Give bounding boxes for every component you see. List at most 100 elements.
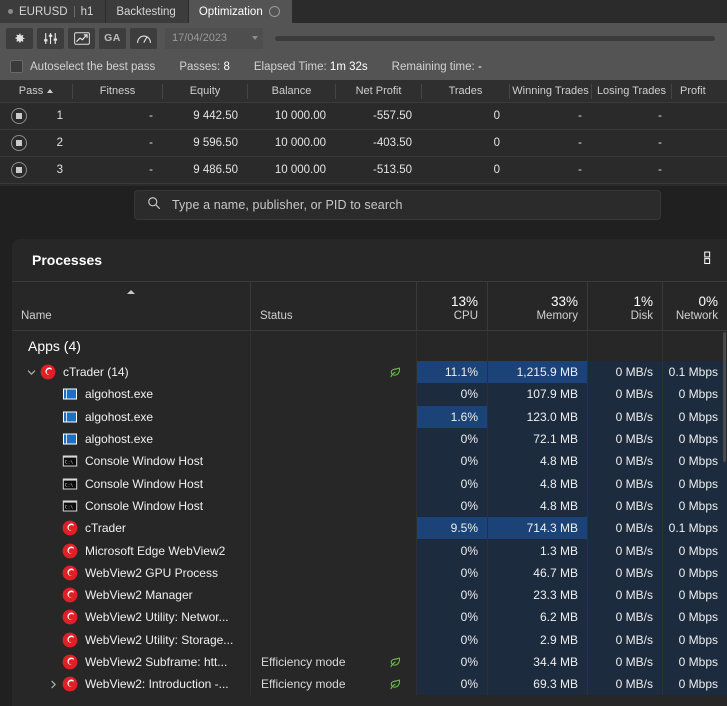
row-stop-button[interactable]: [0, 108, 38, 124]
col-cpu[interactable]: 13% CPU: [417, 282, 488, 330]
ga-button[interactable]: GA: [99, 27, 126, 49]
process-group-row[interactable]: Apps (4): [12, 331, 727, 361]
process-row[interactable]: WebView2 Utility: Networ... 0% 6.2 MB 0 MB/…: [12, 606, 727, 629]
table-row[interactable]: 1 - 9 442.50 10 000.00 -557.50 0 - -: [0, 103, 727, 130]
cell-disk: 0 MB/s: [588, 561, 663, 584]
col-fitness[interactable]: Fitness: [73, 83, 163, 99]
process-row[interactable]: algohost.exe 0% 72.1 MB 0 MB/s 0 Mbps: [12, 427, 727, 451]
search-input[interactable]: Type a name, publisher, or PID to search: [134, 190, 661, 220]
table-row[interactable]: 2 - 9 596.50 10 000.00 -403.50 0 - -: [0, 130, 727, 157]
spinner-icon: [268, 6, 280, 17]
chart-button[interactable]: [68, 27, 95, 49]
process-row[interactable]: cTrader 9.5% 714.3 MB 0 MB/s 0.1 Mbps: [12, 517, 727, 540]
status-icon-slot: [402, 472, 416, 494]
cell-disk: 0 MB/s: [588, 539, 663, 562]
col-name[interactable]: Name: [12, 282, 251, 330]
tab-eurusd[interactable]: EURUSD h1: [0, 0, 107, 23]
cell-memory: 107.9 MB: [488, 383, 588, 406]
date-picker[interactable]: 17/04/2023: [165, 27, 263, 49]
passes-value: 8: [223, 60, 230, 73]
cell-fitness: -: [149, 137, 153, 149]
col-disk[interactable]: 1% Disk: [588, 282, 663, 330]
cell-process-name: WebView2 Subframe: htt...: [12, 650, 251, 674]
process-row[interactable]: WebView2: Introduction -... Efficiency mo…: [12, 673, 727, 696]
col-pass[interactable]: Pass: [0, 83, 73, 99]
process-row[interactable]: WebView2 Utility: Storage... 0% 2.9 MB 0 MB…: [12, 628, 727, 651]
col-net-profit[interactable]: Net Profit: [336, 83, 422, 99]
cell-memory: 1,215.9 MB: [488, 361, 588, 384]
process-row[interactable]: C:\ Console Window Host 0% 4.8 MB 0 MB/s 0 Mb…: [12, 472, 727, 495]
col-trades[interactable]: Trades: [422, 83, 510, 99]
tab-optimization[interactable]: Optimization: [188, 0, 293, 23]
status-icon-slot: [402, 562, 416, 584]
processes-column-header: Name Status 13% CPU 33% Memory 1% Disk 0…: [12, 281, 727, 331]
process-name-label: Microsoft Edge WebView2: [85, 543, 226, 558]
cell-memory: 714.3 MB: [488, 517, 588, 540]
results-header-row: Pass Fitness Equity Balance Net Profit T…: [0, 80, 727, 103]
gauge-button[interactable]: [130, 27, 157, 49]
process-row[interactable]: algohost.exe 0% 107.9 MB 0 MB/s 0 Mbps: [12, 383, 727, 406]
scrollbar-thumb[interactable]: [723, 332, 726, 462]
process-name-label: algohost.exe: [85, 409, 154, 424]
row-stop-button[interactable]: [0, 162, 38, 178]
page-title: Processes: [32, 252, 103, 268]
process-row[interactable]: algohost.exe 1.6% 123.0 MB 0 MB/s 0 Mbps: [12, 405, 727, 428]
col-status[interactable]: Status: [251, 282, 417, 330]
col-equity[interactable]: Equity: [163, 83, 248, 99]
processes-scrollbar[interactable]: [722, 332, 727, 706]
date-value: 17/04/2023: [172, 32, 228, 44]
efficiency-mode-toolbar-icon[interactable]: [704, 250, 719, 270]
cell-winning-trades: -: [578, 110, 582, 122]
cell-memory: 34.4 MB: [488, 650, 588, 674]
process-row[interactable]: C:\ Console Window Host 0% 4.8 MB 0 MB/s 0 Mb…: [12, 494, 727, 518]
cell-memory: 4.8 MB: [488, 450, 588, 473]
col-balance[interactable]: Balance: [248, 83, 336, 99]
sort-asc-icon: [127, 290, 135, 294]
cell-network: 0 Mbps: [663, 561, 727, 584]
process-row[interactable]: C:\ Console Window Host 0% 4.8 MB 0 MB/s 0 Mb…: [12, 450, 727, 473]
cell-losing-trades: -: [658, 137, 662, 149]
ctrader-icon: [62, 565, 78, 581]
col-pass-label: Pass: [18, 84, 44, 97]
cell-disk: 0 MB/s: [588, 450, 663, 473]
tab-divider: [73, 6, 75, 17]
cell-process-name: C:\ Console Window Host: [12, 494, 251, 518]
process-row[interactable]: cTrader (14) 11.1% 1,215.9 MB 0 MB/s 0.1 Mbp…: [12, 361, 727, 384]
row-stop-button[interactable]: [0, 135, 38, 151]
autoselect-checkbox[interactable]: [10, 60, 23, 73]
col-profit[interactable]: Profit: [672, 84, 727, 99]
tab-optimization-label: Optimization: [198, 5, 263, 18]
cell-trades: 0: [493, 164, 500, 176]
cell-cpu: 1.6%: [417, 405, 488, 428]
cell-process-name: WebView2 GPU Process: [12, 561, 251, 584]
processes-panel: Processes Name Status 13% CPU 33% Memory…: [12, 239, 727, 706]
status-icon-slot: [402, 539, 416, 561]
cell-cpu: 0%: [417, 650, 488, 674]
tab-backtesting[interactable]: Backtesting: [106, 0, 189, 23]
parameters-button[interactable]: [37, 27, 64, 49]
process-row[interactable]: WebView2 Manager 0% 23.3 MB 0 MB/s 0 Mbps: [12, 583, 727, 607]
table-row[interactable]: 3 - 9 486.50 10 000.00 -513.50 0 - -: [0, 157, 727, 184]
remaining-stat: Remaining time: -: [392, 61, 482, 73]
process-row[interactable]: WebView2 GPU Process 0% 46.7 MB 0 MB/s 0 Mbp…: [12, 561, 727, 584]
col-memory[interactable]: 33% Memory: [488, 282, 588, 330]
settings-button[interactable]: [6, 27, 33, 49]
status-label: Efficiency mode: [261, 677, 346, 692]
process-row[interactable]: Microsoft Edge WebView2 0% 1.3 MB 0 MB/s 0 M…: [12, 539, 727, 562]
status-icon-slot: [402, 495, 416, 517]
ctrader-window: EURUSD h1 Backtesting Optimization GA 17…: [0, 0, 727, 186]
process-row[interactable]: WebView2 Subframe: htt... Efficiency mode…: [12, 650, 727, 674]
process-name-label: Console Window Host: [85, 476, 204, 491]
console-icon: C:\: [62, 453, 78, 469]
stop-icon: [11, 135, 27, 151]
col-losing-trades[interactable]: Losing Trades: [592, 83, 672, 99]
col-network[interactable]: 0% Network: [663, 282, 727, 330]
chevron-down-icon[interactable]: [22, 368, 40, 377]
process-name-label: WebView2 GPU Process: [85, 565, 218, 580]
ctrader-icon: [62, 632, 78, 648]
cell-fitness: -: [149, 164, 153, 176]
col-winning-trades[interactable]: Winning Trades: [510, 83, 592, 99]
chevron-right-icon[interactable]: [44, 680, 62, 689]
cell-memory: 4.8 MB: [488, 472, 588, 495]
cell-network: 0 Mbps: [663, 650, 727, 674]
